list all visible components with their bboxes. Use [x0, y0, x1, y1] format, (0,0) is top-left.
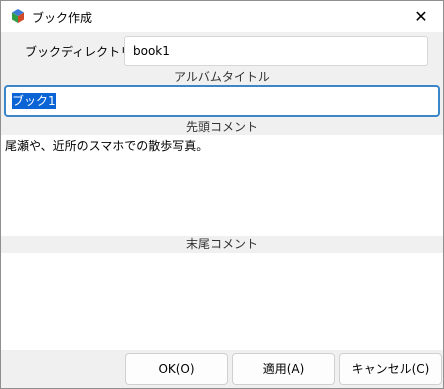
close-icon: ✕: [414, 6, 428, 26]
tail-comment-textarea[interactable]: [1, 253, 443, 350]
title-bar[interactable]: ブック作成 ✕: [1, 1, 443, 32]
tail-comment-label: 末尾コメント: [185, 237, 258, 251]
directory-input[interactable]: book1: [124, 36, 428, 66]
album-title-selected-text: ブック1: [12, 93, 56, 109]
ok-button[interactable]: OK(O): [125, 353, 228, 385]
book-cube-icon: [12, 9, 24, 23]
cancel-button[interactable]: キャンセル(C): [339, 353, 442, 385]
head-comment-label: 先頭コメント: [185, 120, 258, 134]
apply-button[interactable]: 適用(A): [232, 353, 335, 385]
dialog-window: ブック作成 ✕ ブックディレクトリ book1 アルバムタイトル ブック1 先頭…: [0, 0, 444, 389]
head-comment-textarea[interactable]: 尾瀬や、近所のスマホでの散歩写真。: [1, 135, 443, 236]
album-title-input[interactable]: ブック1: [4, 85, 440, 117]
directory-label: ブックディレクトリ: [25, 45, 133, 59]
close-button[interactable]: ✕: [399, 1, 443, 31]
album-title-label: アルバムタイトル: [174, 70, 270, 84]
directory-row: ブックディレクトリ book1: [1, 32, 443, 70]
window-title: ブック作成: [32, 11, 93, 25]
